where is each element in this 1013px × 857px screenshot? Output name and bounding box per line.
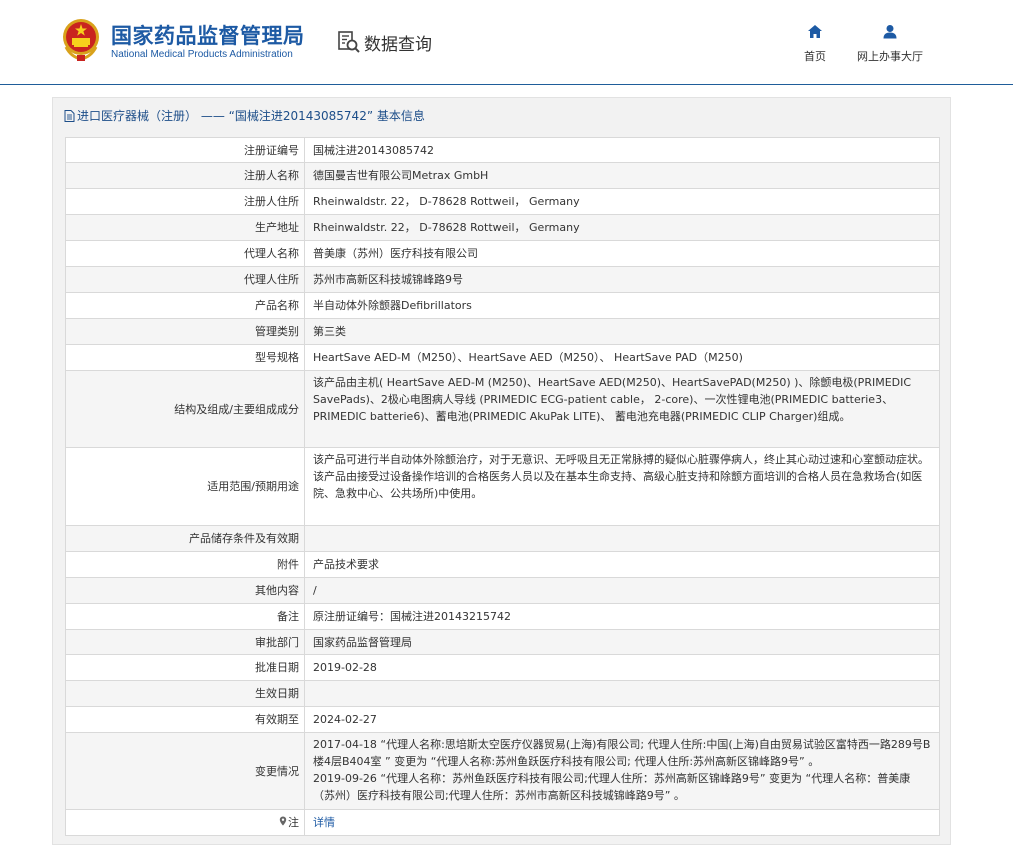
row-value: 德国曼吉世有限公司Metrax GmbH (304, 162, 940, 189)
row-label: 注册人名称 (65, 162, 305, 189)
table-row: 代理人住所 苏州市高新区科技城锦峰路9号 (65, 266, 940, 293)
table-row: 变更情况 2017-04-18 “代理人名称:思培斯太空医疗仪器贸易(上海)有限公… (65, 732, 940, 810)
nav-home-label: 首页 (804, 50, 826, 63)
table-row: 产品名称 半自动体外除颤器Defibrillators (65, 292, 940, 319)
logo-title-en[interactable]: National Medical Products Administration (111, 49, 293, 60)
row-label: 结构及组成/主要组成成分 (65, 370, 305, 448)
table-row: 产品储存条件及有效期 (65, 525, 940, 552)
note-label-cell: 注 (65, 809, 305, 836)
panel-title-text: 进口医疗器械（注册） —— “国械注进20143085742” 基本信息 (77, 109, 425, 123)
row-value: 普美康（苏州）医疗科技有限公司 (304, 240, 940, 267)
row-label: 产品储存条件及有效期 (65, 525, 305, 552)
row-value: 国械注进20143085742 (304, 137, 940, 163)
row-value (304, 525, 940, 552)
row-label: 适用范围/预期用途 (65, 447, 305, 526)
row-value: 国家药品监督管理局 (304, 629, 940, 655)
user-icon (883, 25, 897, 39)
row-value: 该产品由主机( HeartSave AED-M (M250)、HeartSave… (304, 370, 940, 448)
table-row: 注册证编号 国械注进20143085742 (65, 137, 940, 163)
document-search-icon (338, 31, 360, 53)
info-panel: 进口医疗器械（注册） —— “国械注进20143085742” 基本信息 注册证… (52, 97, 951, 845)
note-value-cell: 详情 (304, 809, 940, 836)
table-row: 附件 产品技术要求 (65, 551, 940, 578)
table-row: 审批部门 国家药品监督管理局 (65, 629, 940, 655)
row-label: 生产地址 (65, 214, 305, 241)
row-value: 半自动体外除颤器Defibrillators (304, 292, 940, 319)
detail-table: 注册证编号 国械注进20143085742 注册人名称 德国曼吉世有限公司Metrax… (65, 137, 940, 836)
row-label: 备注 (65, 603, 305, 630)
table-row: 批准日期 2019-02-28 (65, 654, 940, 681)
row-value (304, 680, 940, 707)
row-value: Rheinwaldstr. 22， D-78628 Rottweil， Germ… (304, 188, 940, 215)
row-label: 审批部门 (65, 629, 305, 655)
table-row: 其他内容 / (65, 577, 940, 604)
nav-online-hall-label: 网上办事大厅 (857, 50, 923, 63)
table-row: 结构及组成/主要组成成分 该产品由主机( HeartSave AED-M (M25… (65, 370, 940, 448)
table-row: 备注 原注册证编号：国械注进20143215742 (65, 603, 940, 630)
row-label: 代理人住所 (65, 266, 305, 293)
row-label: 代理人名称 (65, 240, 305, 267)
row-label: 生效日期 (65, 680, 305, 707)
row-value: 原注册证编号：国械注进20143215742 (304, 603, 940, 630)
row-value: 苏州市高新区科技城锦峰路9号 (304, 266, 940, 293)
row-value: 2024-02-27 (304, 706, 940, 733)
home-icon (808, 25, 822, 38)
row-value: 该产品可进行半自动体外除颤治疗，对于无意识、无呼吸且无正常脉搏的疑似心脏骤停病人… (304, 447, 940, 526)
row-label: 管理类别 (65, 318, 305, 345)
logo-title-cn[interactable]: 国家药品监督管理局 (111, 20, 305, 50)
nav-online-hall[interactable]: 网上办事大厅 (852, 24, 928, 64)
note-label: 注 (288, 816, 299, 829)
row-value: HeartSave AED-M（M250）、HeartSave AED（M250… (304, 344, 940, 371)
data-query-label: 数据查询 (364, 34, 432, 55)
row-label: 型号规格 (65, 344, 305, 371)
table-row: 有效期至 2024-02-27 (65, 706, 940, 733)
row-label: 产品名称 (65, 292, 305, 319)
row-value: 产品技术要求 (304, 551, 940, 578)
row-value: 2019-02-28 (304, 654, 940, 681)
table-row: 注册人住所 Rheinwaldstr. 22， D-78628 Rottweil，… (65, 188, 940, 215)
national-emblem-icon (63, 19, 99, 61)
row-value: / (304, 577, 940, 604)
site-header: 国家药品监督管理局 National Medical Products Admi… (0, 0, 1013, 84)
table-row: 管理类别 第三类 (65, 318, 940, 345)
table-row: 适用范围/预期用途 该产品可进行半自动体外除颤治疗，对于无意识、无呼吸且无正常脉搏… (65, 447, 940, 526)
nav-home[interactable]: 首页 (797, 24, 833, 64)
row-label: 批准日期 (65, 654, 305, 681)
table-row: 生产地址 Rheinwaldstr. 22， D-78628 Rottweil， … (65, 214, 940, 241)
panel-title: 进口医疗器械（注册） —— “国械注进20143085742” 基本信息 (64, 107, 425, 124)
row-label: 有效期至 (65, 706, 305, 733)
header-divider (0, 84, 1013, 85)
pin-icon (279, 814, 287, 831)
row-label: 注册人住所 (65, 188, 305, 215)
table-row: 型号规格 HeartSave AED-M（M250）、HeartSave AED（… (65, 344, 940, 371)
row-value: Rheinwaldstr. 22， D-78628 Rottweil， Germ… (304, 214, 940, 241)
row-label: 附件 (65, 551, 305, 578)
row-label: 其他内容 (65, 577, 305, 604)
detail-table-wrapper: 注册证编号 国械注进20143085742 注册人名称 德国曼吉世有限公司Metrax… (65, 137, 940, 836)
row-value: 第三类 (304, 318, 940, 345)
details-link[interactable]: 详情 (313, 816, 335, 829)
row-label: 注册证编号 (65, 137, 305, 163)
table-row: 生效日期 (65, 680, 940, 707)
row-label: 变更情况 (65, 732, 305, 810)
table-row: 注册人名称 德国曼吉世有限公司Metrax GmbH (65, 162, 940, 189)
table-row: 代理人名称 普美康（苏州）医疗科技有限公司 (65, 240, 940, 267)
data-query-link[interactable]: 数据查询 (337, 30, 432, 55)
document-icon (64, 109, 75, 122)
row-value: 2017-04-18 “代理人名称:思培斯太空医疗仪器贸易(上海)有限公司; 代… (304, 732, 940, 810)
table-row-note: 注 详情 (65, 809, 940, 836)
